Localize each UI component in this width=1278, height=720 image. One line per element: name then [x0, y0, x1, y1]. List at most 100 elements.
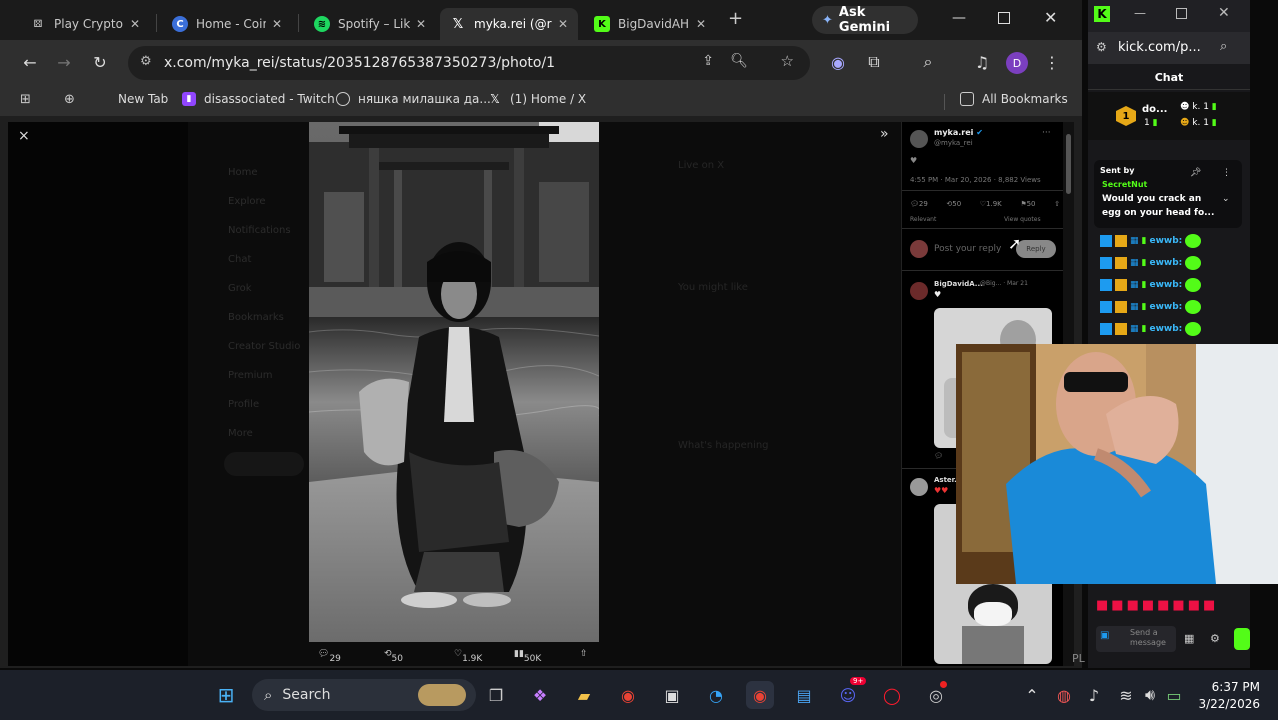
post-author-name[interactable]: myka.rei ✔	[934, 128, 983, 137]
like-action[interactable]: ♡ 1.9K	[454, 649, 482, 664]
close-window-button[interactable]: ✕	[1218, 5, 1230, 21]
chat-message[interactable]: ▦ ▮ ewwb:	[1100, 322, 1202, 336]
ask-gemini-button[interactable]: ✦ Ask Gemini	[812, 5, 918, 35]
all-bookmarks[interactable]: All Bookmarks	[960, 92, 1068, 106]
pinned-message[interactable]: Sent by 📌︎ ⋮ SecretNut Would you crack a…	[1094, 160, 1242, 228]
chrome-icon[interactable]: ◉	[614, 681, 642, 709]
clock-date[interactable]: 3/22/2026	[1190, 697, 1260, 711]
views-action[interactable]: ▮▮ 50K	[514, 649, 541, 664]
bookmark-twitch[interactable]: ▮ disassociated - Twitch	[182, 92, 335, 106]
message-input[interactable]: ▣ Send a message	[1096, 626, 1176, 652]
kick-url-bar[interactable]: ⚙ kick.com/p... ⌕	[1088, 32, 1250, 64]
pin-icon[interactable]: 📌︎	[1190, 168, 1201, 178]
close-tab-icon[interactable]: ✕	[696, 17, 706, 31]
close-tab-icon[interactable]: ✕	[416, 17, 426, 31]
chrome-profile-icon[interactable]: ◉	[746, 681, 774, 709]
reply-button[interactable]: Reply	[1016, 240, 1056, 258]
tab-search-icon[interactable]: ⌕	[916, 50, 940, 74]
bookmark-new-tab[interactable]: New Tab	[118, 92, 168, 106]
tab-bigdavid[interactable]: K BigDavidAH ✕	[584, 8, 716, 40]
copilot-icon[interactable]: ❖	[526, 681, 554, 709]
emote-picker-icon[interactable]: ▣	[1100, 630, 1109, 641]
maximize-button[interactable]	[1176, 8, 1187, 19]
bookmark-nyashka[interactable]: няшка милашка да...	[336, 92, 491, 106]
apps-icon[interactable]: ⊞	[20, 92, 31, 107]
discord-icon[interactable]: ☺ 9+	[834, 677, 867, 709]
reply-input[interactable]: Post your reply	[934, 244, 1001, 254]
edge-icon[interactable]: ◔	[702, 681, 730, 709]
clock-time[interactable]: 6:37 PM	[1200, 680, 1260, 694]
like-count[interactable]: ♡1.9K	[980, 200, 1002, 208]
more-icon[interactable]: ⋮	[1222, 168, 1231, 178]
nav-item[interactable]: Grok	[228, 274, 300, 303]
chat-message[interactable]: ▦ ▮ ewwb:	[1100, 278, 1202, 292]
bookmark-x-home[interactable]: 𝕏 (1) Home / X	[488, 92, 586, 106]
battery-icon[interactable]: ▭	[1160, 681, 1188, 709]
emote-row[interactable]: ■■■■■■■■	[1096, 598, 1218, 613]
gift-icon[interactable]: ▦	[1184, 632, 1194, 645]
reply-count[interactable]: 💬︎29	[910, 200, 928, 208]
windows-start-icon[interactable]: ⊞	[212, 681, 240, 709]
post-photo[interactable]	[309, 122, 599, 642]
sort-relevant[interactable]: Relevant	[910, 216, 936, 223]
nav-item[interactable]: Profile	[228, 390, 300, 419]
new-tab-button[interactable]: +	[728, 8, 743, 29]
reply-author-name[interactable]: BigDavidA...	[934, 280, 983, 288]
nav-item[interactable]: Explore	[228, 187, 300, 216]
bookmark-star-icon[interactable]: ☆	[781, 52, 794, 70]
reply-action[interactable]: 💬︎ 29	[318, 649, 341, 664]
photos-icon[interactable]: ▤	[790, 681, 818, 709]
avatar[interactable]	[910, 478, 928, 496]
nav-item[interactable]: More	[228, 419, 300, 448]
nav-item[interactable]: Notifications	[228, 216, 300, 245]
file-explorer-icon[interactable]: ▰	[570, 681, 598, 709]
microphone-icon[interactable]: ♪	[1080, 681, 1108, 709]
avatar[interactable]	[910, 130, 928, 148]
zoom-icon[interactable]: 🔍︎	[730, 53, 748, 69]
view-quotes-link[interactable]: View quotes	[1004, 216, 1041, 223]
media-control-icon[interactable]: ♫	[970, 50, 994, 74]
minimize-button[interactable]: —	[1134, 6, 1146, 20]
tab-play-crypto[interactable]: ⚄ Play Crypto C ✕	[20, 8, 150, 40]
tray-app-icon[interactable]: ◍	[1050, 681, 1078, 709]
address-bar[interactable]: ⚙ x.com/myka_rei/status/2035128765387350…	[128, 46, 810, 80]
minimize-button[interactable]: —	[952, 10, 966, 26]
nav-item[interactable]: Creator Studio	[228, 332, 300, 361]
install-icon[interactable]: ⇪	[702, 53, 714, 69]
extensions-icon[interactable]: ⧉	[862, 50, 886, 74]
chat-message[interactable]: ▦ ▮ ewwb:	[1100, 234, 1202, 248]
reply-comment-icon[interactable]: 💬︎	[934, 452, 943, 460]
close-tab-icon[interactable]: ✕	[558, 17, 568, 31]
chat-message[interactable]: ▦ ▮ ewwb:	[1100, 300, 1202, 314]
close-tab-icon[interactable]: ✕	[130, 17, 140, 31]
chat-message[interactable]: ▦ ▮ ewwb:	[1100, 256, 1202, 270]
reload-button[interactable]: ↻	[88, 50, 112, 74]
search-icon[interactable]: ⌕	[1220, 39, 1227, 54]
chevron-down-icon[interactable]: ⌄	[1222, 194, 1230, 204]
tab-home-coin[interactable]: C Home - Coin ✕	[162, 8, 292, 40]
tab-spotify[interactable]: ≋ Spotify – Lik ✕	[304, 8, 436, 40]
profile-avatar[interactable]: D	[1006, 52, 1028, 74]
globe-icon[interactable]: ⊕	[64, 92, 75, 107]
repost-action[interactable]: ⟲ 50	[384, 649, 403, 664]
repost-count[interactable]: ⟲50	[946, 200, 961, 208]
chevron-up-icon[interactable]: ⌃	[1018, 681, 1046, 709]
tab-myka-rei[interactable]: 𝕏 myka.rei (@r ✕	[440, 8, 578, 40]
expand-panel-button[interactable]: »	[880, 126, 889, 142]
obs-icon[interactable]: ◎	[922, 681, 950, 709]
close-window-button[interactable]: ✕	[1044, 8, 1057, 27]
search-box[interactable]: ⌕ Search	[252, 679, 476, 711]
share-icon[interactable]: ⇧	[580, 649, 588, 659]
back-button[interactable]: ←	[18, 50, 42, 74]
site-info-icon[interactable]: ⚙	[140, 54, 152, 69]
task-view-icon[interactable]: ❐	[482, 681, 510, 709]
extension-icon[interactable]: ◉	[826, 50, 850, 74]
settings-icon[interactable]: ⚙	[1210, 632, 1220, 645]
nav-item[interactable]: Home	[228, 158, 300, 187]
opera-icon[interactable]: ◯	[878, 681, 906, 709]
menu-icon[interactable]: ⋮	[1040, 50, 1064, 74]
nav-item[interactable]: Chat	[228, 245, 300, 274]
avatar[interactable]	[910, 282, 928, 300]
close-tab-icon[interactable]: ✕	[272, 17, 282, 31]
close-viewer-button[interactable]: ×	[18, 128, 30, 144]
